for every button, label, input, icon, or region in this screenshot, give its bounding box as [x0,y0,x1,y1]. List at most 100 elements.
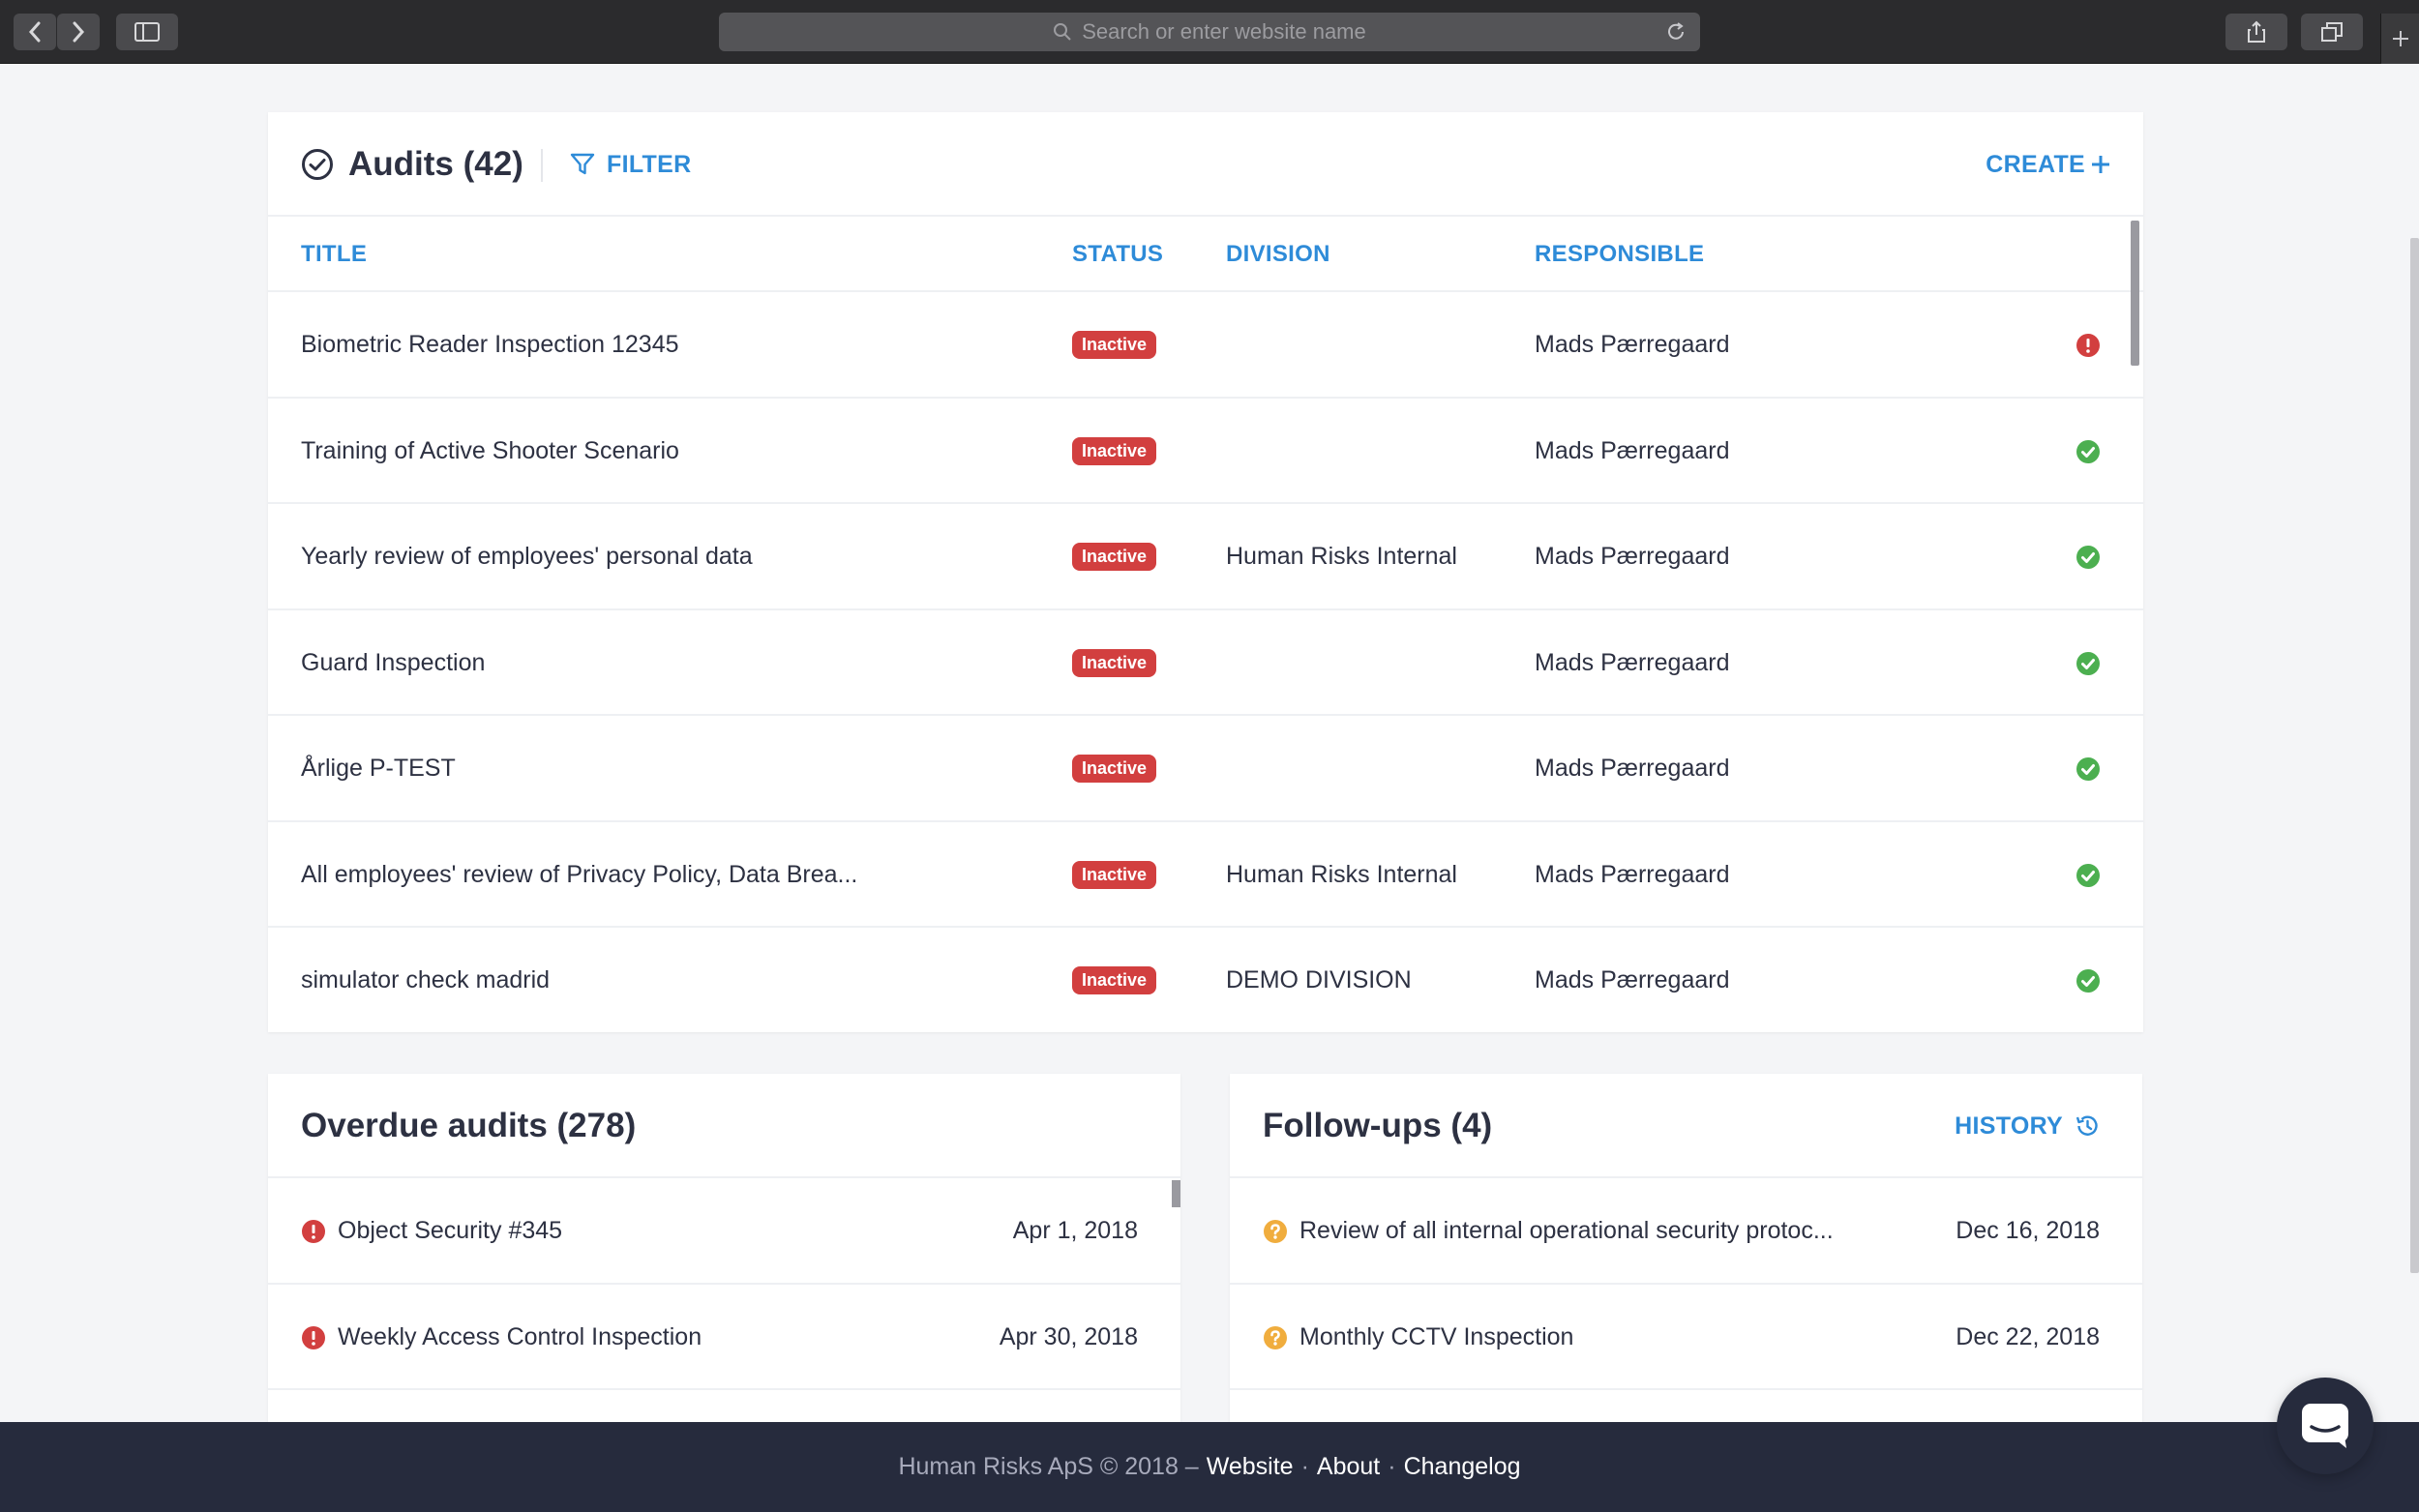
column-division[interactable]: DIVISION [1226,217,1330,292]
audits-table-header: TITLE STATUS DIVISION RESPONSIBLE [268,217,2143,292]
audit-title[interactable]: Årlige P-TEST [301,716,456,822]
search-icon [1054,23,1071,41]
followup-item-title[interactable]: Monthly CCTV Inspection [1299,1285,1573,1391]
responsible-cell: Mads Pærregaard [1535,755,1730,783]
audit-title[interactable]: All employees' review of Privacy Policy,… [301,822,857,929]
responsible-cell: Mads Pærregaard [1535,966,1730,994]
plus-icon [2392,31,2408,46]
audits-title: Audits (42) [348,145,523,183]
chevron-left-icon [28,21,41,43]
list-item[interactable]: Object Security #345 Apr 1, 2018 [268,1178,1180,1285]
share-button[interactable] [2225,14,2287,50]
browser-toolbar: Search or enter website name [0,0,2419,64]
header-divider [541,149,543,182]
table-row[interactable]: Biometric Reader Inspection 12345 Inactiv… [268,292,2143,399]
check-circle-icon [2076,757,2100,781]
division-cell: Human Risks Internal [1226,860,1457,888]
share-icon [2248,20,2265,43]
audits-table-body: Biometric Reader Inspection 12345 Inactiv… [268,292,2143,1032]
overdue-indicator [301,1219,326,1244]
row-status-indicator [2076,863,2101,888]
overdue-header: Overdue audits (278) [268,1074,1180,1178]
status-cell: Inactive [1072,504,1157,610]
reload-icon[interactable] [1665,21,1687,43]
column-status[interactable]: STATUS [1072,217,1163,292]
row-status-indicator [2076,651,2101,676]
audit-title[interactable]: Biometric Reader Inspection 12345 [301,292,679,399]
followups-card: Follow-ups (4) HISTORY Review of all int… [1230,1074,2142,1480]
audit-title[interactable]: Guard Inspection [301,610,485,717]
status-cell: Inactive [1072,716,1157,822]
followup-item-title[interactable]: Review of all internal operational secur… [1299,1178,1834,1285]
footer-copyright: Human Risks ApS © 2018 – [898,1453,1199,1480]
footer-link-about[interactable]: About [1317,1453,1380,1481]
overdue-scrollbar[interactable] [1172,1180,1180,1207]
list-item[interactable]: Weekly Access Control Inspection Apr 30, … [268,1285,1180,1391]
table-row[interactable]: Årlige P-TEST Inactive Mads Pærregaard [268,716,2143,822]
followup-item-date: Dec 22, 2018 [1956,1322,2100,1350]
table-row[interactable]: Guard Inspection Inactive Mads Pærregaard [268,610,2143,717]
chat-launcher-button[interactable] [2277,1378,2374,1474]
audits-header: Audits (42) FILTER CREATE [268,112,2143,217]
table-row[interactable]: Yearly review of employees' personal dat… [268,504,2143,610]
responsible-cell: Mads Pærregaard [1535,648,1730,676]
sidebar-icon [134,22,160,42]
back-button[interactable] [14,14,56,50]
address-bar[interactable]: Search or enter website name [719,13,1700,51]
status-badge: Inactive [1072,966,1157,995]
forward-button[interactable] [57,14,100,50]
followups-list: Review of all internal operational secur… [1230,1178,2142,1390]
history-button[interactable]: HISTORY [1955,1074,2100,1178]
audit-title[interactable]: Training of Active Shooter Scenario [301,399,679,505]
audits-scrollbar[interactable] [2131,221,2139,366]
row-status-indicator [2076,545,2101,570]
overdue-item-title[interactable]: Weekly Access Control Inspection [338,1285,702,1391]
tabs-overview-button[interactable] [2301,14,2363,50]
overdue-title: Overdue audits (278) [301,1107,637,1144]
status-badge: Inactive [1072,543,1157,572]
followup-item-date: Dec 16, 2018 [1956,1217,2100,1245]
list-item[interactable]: Monthly CCTV Inspection Dec 22, 2018 [1230,1285,2142,1391]
footer-separator: · [1300,1453,1309,1480]
sidebar-toggle-button[interactable] [116,14,178,50]
question-circle-icon [1264,1325,1287,1349]
check-circle-icon [2076,439,2100,463]
filter-button[interactable]: FILTER [570,112,691,217]
check-circle-icon [2076,863,2100,887]
status-badge: Inactive [1072,648,1157,677]
list-item[interactable]: Review of all internal operational secur… [1230,1178,2142,1285]
address-placeholder: Search or enter website name [1082,19,1366,44]
check-circle-icon [2076,651,2100,675]
followup-indicator [1263,1219,1288,1244]
check-circle-icon [302,149,333,180]
table-row[interactable]: All employees' review of Privacy Policy,… [268,822,2143,929]
overdue-audits-card: Overdue audits (278) Object Security #34… [268,1074,1180,1480]
history-icon [2076,1115,2098,1136]
tabs-icon [2321,22,2343,42]
chat-icon [2302,1404,2348,1448]
overdue-item-title[interactable]: Object Security #345 [338,1178,562,1285]
column-responsible[interactable]: RESPONSIBLE [1535,217,1704,292]
check-circle-icon [2076,546,2100,569]
responsible-cell: Mads Pærregaard [1535,860,1730,888]
footer-separator: · [1388,1453,1396,1480]
audit-title[interactable]: Yearly review of employees' personal dat… [301,504,753,610]
create-button[interactable]: CREATE [1986,112,2110,217]
status-badge: Inactive [1072,331,1157,360]
footer-link-website[interactable]: Website [1207,1453,1294,1481]
column-title[interactable]: TITLE [301,217,367,292]
row-status-indicator [2076,439,2101,464]
page-scrollbar[interactable] [2410,238,2419,1273]
table-row[interactable]: Training of Active Shooter Scenario Inact… [268,399,2143,505]
audits-card: Audits (42) FILTER CREATE TITLE STATUS D… [268,112,2143,1032]
new-tab-button[interactable] [2380,14,2419,64]
table-row[interactable]: simulator check madrid Inactive DEMO DIVIS… [268,928,2143,1032]
audit-title[interactable]: simulator check madrid [301,928,550,1032]
overdue-item-date: Apr 30, 2018 [999,1322,1138,1350]
footer-link-changelog[interactable]: Changelog [1404,1453,1521,1481]
status-badge: Inactive [1072,436,1157,465]
filter-label: FILTER [607,150,692,178]
status-badge: Inactive [1072,860,1157,889]
status-cell: Inactive [1072,928,1157,1032]
create-label: CREATE [1986,150,2085,178]
